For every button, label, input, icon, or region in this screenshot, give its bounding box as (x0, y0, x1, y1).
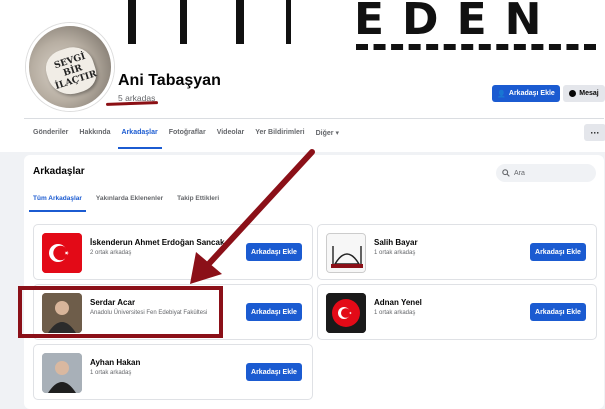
person-photo-icon (42, 353, 82, 393)
tab-about[interactable]: Hakkında (79, 123, 110, 149)
add-friend-button[interactable]: Arkadaşı Ekle (530, 303, 586, 321)
friend-card[interactable]: İskenderun Ahmet Erdoğan Sancak 2 ortak … (33, 224, 313, 280)
annotation-highlight-box (18, 286, 223, 338)
add-friend-icon: 👤 (497, 90, 506, 98)
messenger-icon (569, 90, 577, 97)
friend-detail: 1 ortak arkadaş (374, 310, 416, 316)
friend-avatar-emblem[interactable] (326, 293, 366, 333)
message-label: Mesaj (579, 90, 599, 97)
friend-detail: 1 ortak arkadaş (374, 250, 416, 256)
friend-name[interactable]: Adnan Yenel (374, 298, 422, 307)
friend-avatar-photo[interactable] (42, 353, 82, 393)
turkish-flag-icon (42, 233, 82, 273)
tab-photos[interactable]: Fotoğraflar (169, 123, 206, 149)
friend-name[interactable]: Ayhan Hakan (90, 358, 140, 367)
tab-check-ins[interactable]: Yer Bildirimleri (255, 123, 304, 149)
tab-posts[interactable]: Gönderiler (33, 123, 68, 149)
cover-stroke (286, 0, 291, 44)
friend-detail: 1 ortak arkadaş (90, 370, 132, 376)
friends-subtabs: Tüm Arkadaşlar Yakınlarda Eklenenler Tak… (29, 190, 233, 212)
profile-name: Ani Tabaşyan (118, 72, 221, 89)
friend-avatar-turkish-flag[interactable] (42, 233, 82, 273)
friend-avatar-mosque-drawing[interactable] (326, 233, 366, 273)
profile-nav: Gönderiler Hakkında Arkadaşlar Fotoğrafl… (33, 123, 350, 149)
flag-emblem-icon (326, 293, 366, 333)
more-options-button[interactable]: ··· (584, 124, 605, 141)
add-friend-label: Arkadaşı Ekle (508, 90, 555, 97)
tab-friends[interactable]: Arkadaşlar (117, 123, 162, 149)
message-button[interactable]: Mesaj (563, 85, 605, 102)
friend-name[interactable]: Salih Bayar (374, 238, 418, 247)
profile-avatar[interactable]: SEVGİ BİR İLAÇTIR (26, 23, 114, 111)
friends-search[interactable]: Ara (496, 164, 596, 182)
friend-card[interactable]: Adnan Yenel 1 ortak arkadaş Arkadaşı Ekl… (317, 284, 597, 340)
search-icon (502, 169, 510, 177)
add-friend-button[interactable]: Arkadaşı Ekle (246, 303, 302, 321)
cover-stroke (236, 0, 244, 44)
friends-panel-title: Arkadaşlar (33, 166, 85, 177)
search-placeholder: Ara (514, 169, 525, 177)
add-friend-button[interactable]: 👤 Arkadaşı Ekle (492, 85, 560, 102)
cover-lettering: EDEN (354, 0, 560, 45)
mosque-icon (327, 234, 365, 272)
friend-detail: 2 ortak arkadaş (90, 250, 132, 256)
subtab-all-friends[interactable]: Tüm Arkadaşlar (29, 190, 86, 212)
annotation-underline (105, 101, 159, 106)
friend-card[interactable]: Salih Bayar 1 ortak arkadaş Arkadaşı Ekl… (317, 224, 597, 280)
add-friend-button[interactable]: Arkadaşı Ekle (246, 243, 302, 261)
subtab-following[interactable]: Takip Ettikleri (177, 190, 219, 212)
tab-more[interactable]: Diğer ▾ (316, 123, 339, 149)
cover-stroke (180, 0, 187, 44)
add-friend-button[interactable]: Arkadaşı Ekle (530, 243, 586, 261)
cover-lettering-lower (356, 44, 596, 58)
tab-videos[interactable]: Videolar (217, 123, 245, 149)
subtab-recently-added[interactable]: Yakınlarda Eklenenler (96, 190, 163, 212)
friend-card[interactable]: Ayhan Hakan 1 ortak arkadaş Arkadaşı Ekl… (33, 344, 313, 400)
friend-name[interactable]: İskenderun Ahmet Erdoğan Sancak (90, 238, 224, 247)
cover-stroke (128, 0, 136, 44)
add-friend-button[interactable]: Arkadaşı Ekle (246, 363, 302, 381)
header-divider (24, 118, 604, 119)
